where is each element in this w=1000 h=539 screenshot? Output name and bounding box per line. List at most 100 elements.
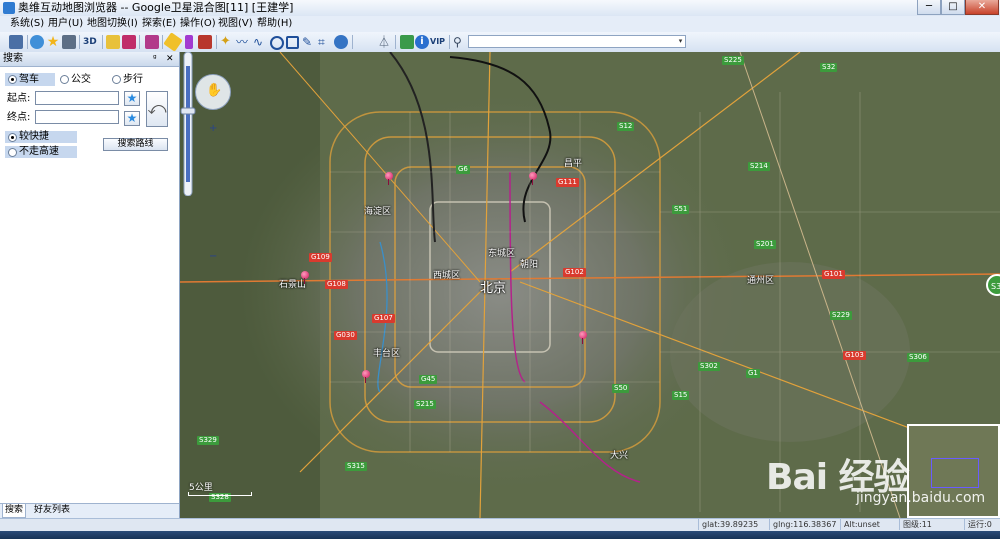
road-shield: G103 — [843, 351, 866, 360]
option-no-highway[interactable]: 不走高速 — [5, 146, 77, 158]
taskbar — [0, 531, 1000, 539]
city-center-label: 北京 — [480, 281, 507, 296]
place-label: 大兴 — [610, 451, 629, 461]
zoom-slider[interactable] — [180, 52, 196, 196]
end-input[interactable] — [35, 110, 119, 124]
pin-icon[interactable]: ᵍ — [153, 52, 157, 66]
status-running: 运行:0 — [964, 519, 992, 530]
radio-drive[interactable] — [8, 75, 17, 84]
toolbar-separator — [395, 35, 396, 49]
menu-view[interactable]: 视图(V) — [218, 17, 253, 31]
place-label: 石景山 — [279, 280, 307, 290]
gps-icon[interactable] — [106, 35, 120, 49]
place-label: 通州区 — [747, 276, 775, 286]
radio-transit[interactable] — [60, 75, 69, 84]
rectangle-icon[interactable] — [286, 36, 299, 49]
toolbar-separator — [27, 35, 28, 49]
map-marker[interactable] — [301, 271, 309, 284]
start-input[interactable] — [35, 91, 119, 105]
menu-map-switch[interactable]: 地图切换(I) — [87, 17, 138, 31]
camera-icon[interactable] — [122, 35, 136, 49]
title-bar: 奥维互动地图浏览器 -- Google卫星混合图[11] [王建学] ─ □ ✕ — [0, 0, 1000, 17]
save-icon[interactable] — [9, 35, 23, 49]
menu-operation[interactable]: 操作(O) — [180, 17, 216, 31]
lamp-icon[interactable]: ⏃ — [378, 35, 392, 49]
road-shield: G108 — [325, 280, 348, 289]
map-marker[interactable] — [385, 172, 393, 185]
magnifier-icon[interactable]: ⚲ — [453, 35, 467, 49]
tab-search[interactable]: 搜索 — [2, 504, 27, 518]
pencil-icon[interactable]: ✎ — [302, 35, 316, 49]
track-icon[interactable] — [145, 35, 159, 49]
road-shield: G1 — [746, 369, 760, 378]
mode-drive[interactable]: 驾车 — [5, 73, 55, 86]
road-shield: S229 — [830, 311, 852, 320]
map-marker[interactable] — [579, 331, 587, 344]
map-search-input[interactable] — [468, 35, 686, 48]
start-favorite-star-icon[interactable]: ★ — [124, 91, 140, 106]
polyline-icon[interactable]: 〰 — [236, 35, 250, 49]
ruler-icon[interactable] — [163, 32, 183, 52]
pointer-icon[interactable]: ✦ — [220, 35, 234, 49]
road-shield: G101 — [822, 270, 845, 279]
panel-close-icon[interactable]: ✕ — [166, 52, 174, 66]
mode-transit[interactable]: 公交 — [57, 73, 107, 86]
watermark-url: jingyan.baidu.com — [856, 490, 986, 506]
circle-icon[interactable] — [270, 36, 284, 50]
maximize-button[interactable]: □ — [941, 0, 965, 15]
close-button[interactable]: ✕ — [965, 0, 999, 15]
overview-viewport[interactable] — [931, 458, 979, 488]
crosshair-icon[interactable]: ⌗ — [318, 35, 332, 49]
road-shield: S329 — [197, 436, 219, 445]
end-label: 终点: — [7, 112, 31, 123]
swap-route-button[interactable]: ⤺ — [146, 91, 168, 127]
3d-button[interactable]: 3D — [83, 36, 97, 48]
toolbar-separator — [352, 35, 353, 49]
info-icon[interactable]: i — [415, 35, 429, 49]
toolbar-separator — [139, 35, 140, 49]
globe-icon[interactable] — [334, 35, 348, 49]
photo-icon[interactable] — [198, 35, 212, 49]
menu-help[interactable]: 帮助(H) — [257, 17, 292, 31]
place-label: 昌平 — [564, 159, 583, 169]
search-route-button[interactable]: 搜索路线 — [103, 138, 168, 151]
road-shield: S201 — [754, 240, 776, 249]
toolbar-separator — [449, 35, 450, 49]
curve-icon[interactable]: ∿ — [253, 35, 267, 49]
binoculars-icon[interactable] — [62, 35, 76, 49]
panel-title: 搜索 — [3, 53, 23, 64]
zoom-out-button[interactable]: − — [209, 252, 217, 262]
radio-no-highway[interactable] — [8, 148, 17, 157]
vip-button[interactable]: VIP — [430, 36, 445, 48]
phone-icon[interactable] — [185, 35, 193, 49]
status-altitude: Alt:unset — [840, 519, 880, 530]
tab-friends[interactable]: 好友列表 — [32, 504, 72, 517]
status-latitude: glat:39.89235 — [698, 519, 758, 530]
zoom-in-button[interactable]: + — [209, 124, 217, 134]
menu-user[interactable]: 用户(U) — [48, 17, 83, 31]
place-label: 朝阳 — [520, 260, 539, 270]
road-shield: S306 — [907, 353, 929, 362]
road-shield: S32 — [820, 63, 838, 72]
chat-icon[interactable] — [400, 35, 414, 49]
map-marker[interactable] — [362, 370, 370, 383]
road-shield: S302 — [698, 362, 720, 371]
mode-drive-label: 驾车 — [19, 74, 39, 85]
menu-explore[interactable]: 探索(E) — [142, 17, 176, 31]
end-favorite-star-icon[interactable]: ★ — [124, 111, 140, 126]
option-fastest[interactable]: 较快捷 — [5, 131, 77, 143]
menu-system[interactable]: 系统(S) — [10, 17, 44, 31]
road-shield: G107 — [372, 314, 395, 323]
favorite-star-icon[interactable]: ★ — [46, 35, 60, 49]
radio-fastest[interactable] — [8, 133, 17, 142]
users-icon[interactable] — [30, 35, 44, 49]
scale-bar — [188, 492, 252, 496]
pan-control[interactable]: ✋ — [195, 74, 231, 110]
chevron-down-icon[interactable]: ▾ — [676, 36, 685, 47]
minimize-button[interactable]: ─ — [917, 0, 941, 15]
radio-walk[interactable] — [112, 75, 121, 84]
mode-walk-label: 步行 — [123, 74, 143, 85]
option-fastest-label: 较快捷 — [19, 131, 49, 142]
mode-walk[interactable]: 步行 — [109, 73, 159, 86]
map-marker[interactable] — [529, 172, 537, 185]
